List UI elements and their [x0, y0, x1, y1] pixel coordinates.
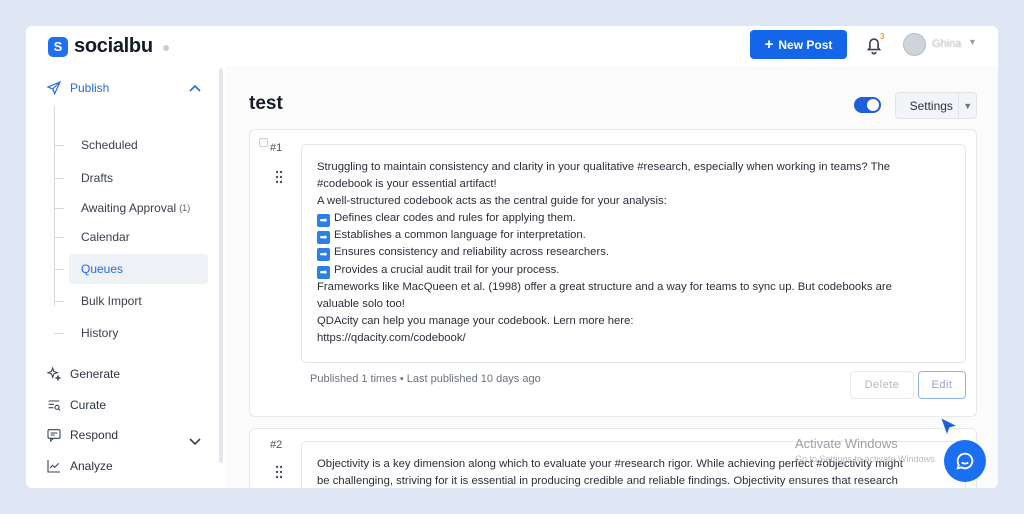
sidebar-item-label: Bulk Import — [81, 294, 142, 308]
post-number: #2 — [270, 439, 283, 451]
drag-handle-icon[interactable] — [274, 465, 284, 479]
cursor-icon — [938, 415, 961, 439]
sidebar-item-queues[interactable]: Queues — [69, 254, 208, 284]
sidebar-item-label: Curate — [70, 398, 107, 412]
sparkle-icon — [46, 366, 62, 382]
chevron-down-icon[interactable] — [189, 438, 201, 446]
post-content[interactable]: Struggling to maintain consistency and c… — [301, 144, 966, 363]
sidebar-item-respond[interactable]: Respond — [46, 427, 118, 443]
tree-tick — [54, 237, 64, 238]
post-bullet: ➡ Defines clear codes and rules for apply… — [317, 210, 950, 228]
sidebar-item-label: Analyze — [70, 459, 113, 473]
user-name[interactable]: Ghina — [932, 38, 961, 50]
post-card: #1 Struggling to maintain consistency an… — [249, 129, 977, 417]
chevron-down-icon[interactable]: ▼ — [968, 37, 977, 47]
sidebar-item-label: Drafts — [81, 171, 114, 185]
post-bullet: ➡ Provides a crucial audit trail for your… — [317, 262, 950, 279]
chevron-up-icon[interactable] — [189, 84, 201, 92]
post-line: A well-structured codebook acts as the c… — [317, 195, 667, 208]
sidebar-item-bulk-import[interactable]: Bulk Import — [69, 286, 208, 316]
post-bullet-text: Ensures consistency and reliability acro… — [334, 246, 610, 259]
post-link[interactable]: https://qdacity.com/codebook/ — [317, 330, 950, 347]
post-line: Struggling to maintain consistency and c… — [317, 161, 891, 173]
tree-tick — [54, 178, 64, 179]
tree-tick — [54, 333, 64, 334]
sidebar-item-drafts[interactable]: Drafts — [69, 163, 208, 193]
arrow-right-icon: ➡ — [317, 231, 330, 245]
sidebar-item-label: Generate — [70, 367, 121, 381]
sidebar-item-label: Respond — [70, 428, 119, 442]
avatar[interactable] — [903, 33, 926, 56]
chart-icon — [47, 460, 60, 473]
post-bullet-text: Defines clear codes and rules for applyi… — [334, 212, 576, 225]
new-post-label: New Post — [778, 37, 833, 52]
approval-count: (1) — [179, 203, 191, 213]
post-line: #codebook is your essential artifact! — [317, 178, 497, 191]
sidebar-item-label: Awaiting Approval — [81, 201, 177, 215]
top-bar: S socialbu + New Post 3 Ghina ▼ — [26, 26, 998, 66]
app-name: socialbu — [74, 35, 153, 57]
sidebar-item-analyze[interactable]: Analyze — [46, 458, 113, 474]
post-line: QDAcity can help you manage your codeboo… — [317, 314, 634, 327]
sidebar-item-label: History — [81, 326, 119, 340]
post-bullet-text: Provides a crucial audit trail for your … — [334, 263, 560, 276]
app-window: S socialbu + New Post 3 Ghina ▼ Publish — [26, 26, 998, 488]
post-number: #1 — [270, 142, 283, 154]
curate-icon — [48, 400, 61, 411]
sidebar-item-generate[interactable]: Generate — [46, 366, 120, 382]
sidebar-item-label: Queues — [81, 262, 124, 276]
post-bullet-text: Establishes a common language for interp… — [334, 229, 586, 242]
settings-label: Settings — [909, 98, 953, 113]
drag-handle-icon[interactable] — [274, 170, 284, 184]
post-checkbox[interactable] — [259, 138, 268, 147]
logo-icon: S — [48, 36, 68, 57]
sidebar-item-scheduled[interactable]: Scheduled — [69, 130, 208, 160]
sidebar-item-label: Publish — [70, 81, 110, 95]
post-line: valuable solo too! — [317, 297, 405, 310]
chevron-down-icon[interactable]: ▼ — [959, 101, 976, 111]
logo[interactable]: S socialbu — [48, 35, 169, 58]
sidebar-item-awaiting-approval[interactable]: Awaiting Approval (1) — [69, 193, 208, 223]
sidebar: Publish Scheduled Drafts Awaiting Approv… — [26, 66, 226, 488]
tree-tick — [54, 145, 64, 146]
watermark-subtitle: Go to Settings to activate Windows. — [795, 454, 938, 464]
post-meta: Published 1 times • Last published 10 da… — [310, 373, 541, 385]
plus-icon: + — [764, 35, 774, 53]
post-bullet: ➡ Ensures consistency and reliability acr… — [317, 244, 950, 262]
main-content: test Settings ▼ #1 Struggling to maintai… — [226, 66, 998, 488]
arrow-right-icon: ➡ — [317, 214, 330, 228]
sidebar-item-curate[interactable]: Curate — [46, 397, 106, 413]
tree-tick — [54, 269, 64, 270]
sidebar-scrollbar[interactable] — [219, 68, 223, 463]
edit-button[interactable]: Edit — [918, 371, 966, 399]
watermark-title: Activate Windows — [795, 436, 898, 451]
post-line: Frameworks like MacQueen et al. (1998) o… — [317, 280, 892, 293]
delete-button[interactable]: Delete — [850, 371, 914, 399]
sidebar-item-history[interactable]: History — [69, 318, 208, 348]
send-icon — [46, 80, 62, 96]
settings-button[interactable]: Settings ▼ — [895, 92, 977, 119]
sidebar-item-calendar[interactable]: Calendar — [69, 222, 208, 252]
sidebar-item-label: Calendar — [81, 230, 130, 244]
tree-tick — [54, 208, 64, 209]
status-dot — [162, 45, 169, 51]
tree-line — [54, 106, 55, 306]
queue-toggle[interactable] — [854, 97, 881, 113]
notification-badge: 3 — [880, 32, 885, 41]
post-line: be challenging, striving for it is essen… — [317, 475, 898, 488]
new-post-button[interactable]: + New Post — [750, 30, 847, 59]
message-icon — [47, 429, 61, 443]
arrow-right-icon: ➡ — [317, 248, 330, 262]
sidebar-item-label: Scheduled — [81, 138, 138, 152]
page-title: test — [249, 93, 283, 114]
sidebar-item-publish[interactable]: Publish — [46, 80, 109, 96]
arrow-right-icon: ➡ — [317, 265, 330, 279]
tree-tick — [54, 301, 64, 302]
chat-icon — [956, 452, 974, 470]
post-bullet: ➡ Establishes a common language for inter… — [317, 227, 950, 245]
chat-button[interactable] — [944, 440, 986, 482]
